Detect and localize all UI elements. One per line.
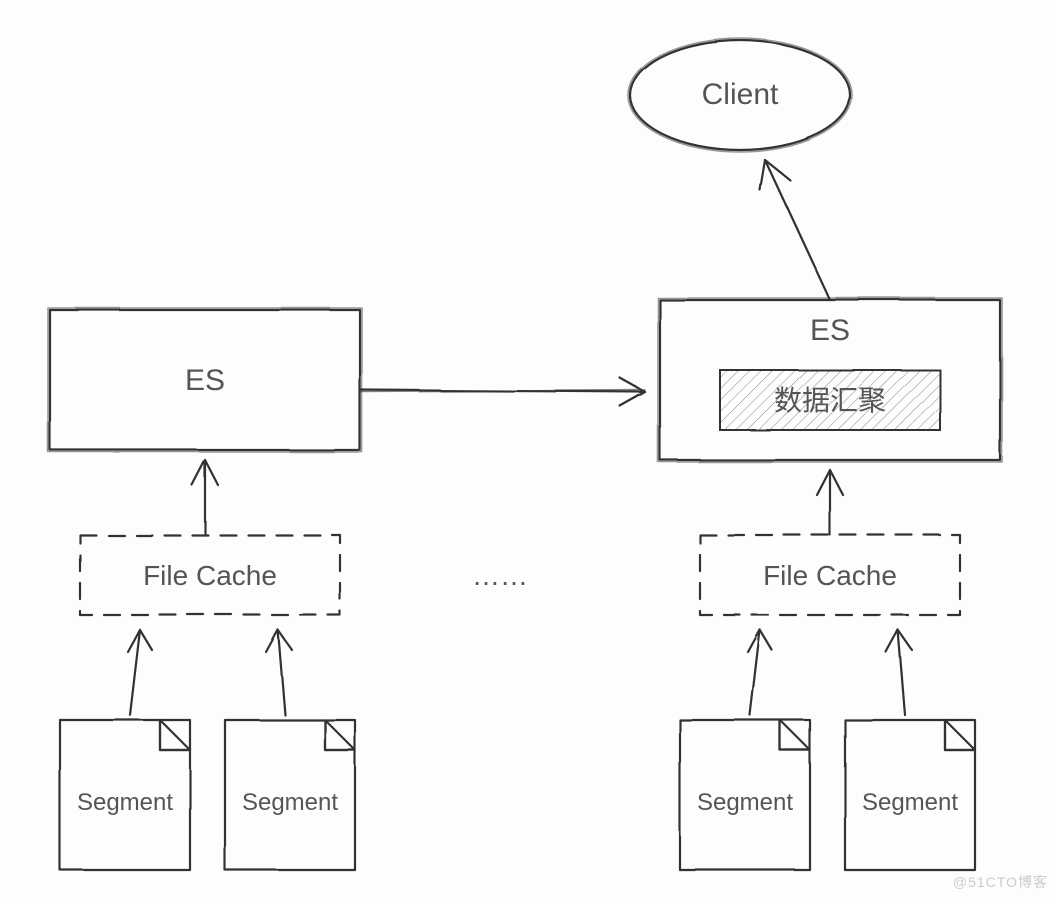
segment-a1-label: Segment: [77, 789, 173, 816]
arrow-seg-a2: [266, 630, 292, 715]
aggregator-label: 数据汇聚: [774, 385, 886, 416]
ellipsis-label: ……: [472, 560, 528, 591]
client-label: Client: [702, 78, 779, 111]
arrow-seg-b2: [886, 630, 912, 715]
es-left-label: ES: [185, 364, 225, 397]
file-cache-right-label: File Cache: [763, 560, 897, 591]
arrow-seg-b1: [748, 630, 772, 715]
watermark: @51CTO博客: [953, 872, 1048, 892]
arrow-es-to-es: [360, 378, 645, 406]
file-cache-left-label: File Cache: [143, 560, 277, 591]
arrow-seg-a1: [128, 630, 152, 715]
arrow-es-to-client: [760, 160, 830, 300]
arrow-cache-to-es-right: [817, 470, 843, 535]
segment-b2-label: Segment: [862, 789, 958, 816]
segment-a2-label: Segment: [242, 789, 338, 816]
es-right-label: ES: [810, 314, 850, 347]
segment-b1-label: Segment: [697, 789, 793, 816]
arrow-cache-to-es-left: [192, 460, 218, 535]
